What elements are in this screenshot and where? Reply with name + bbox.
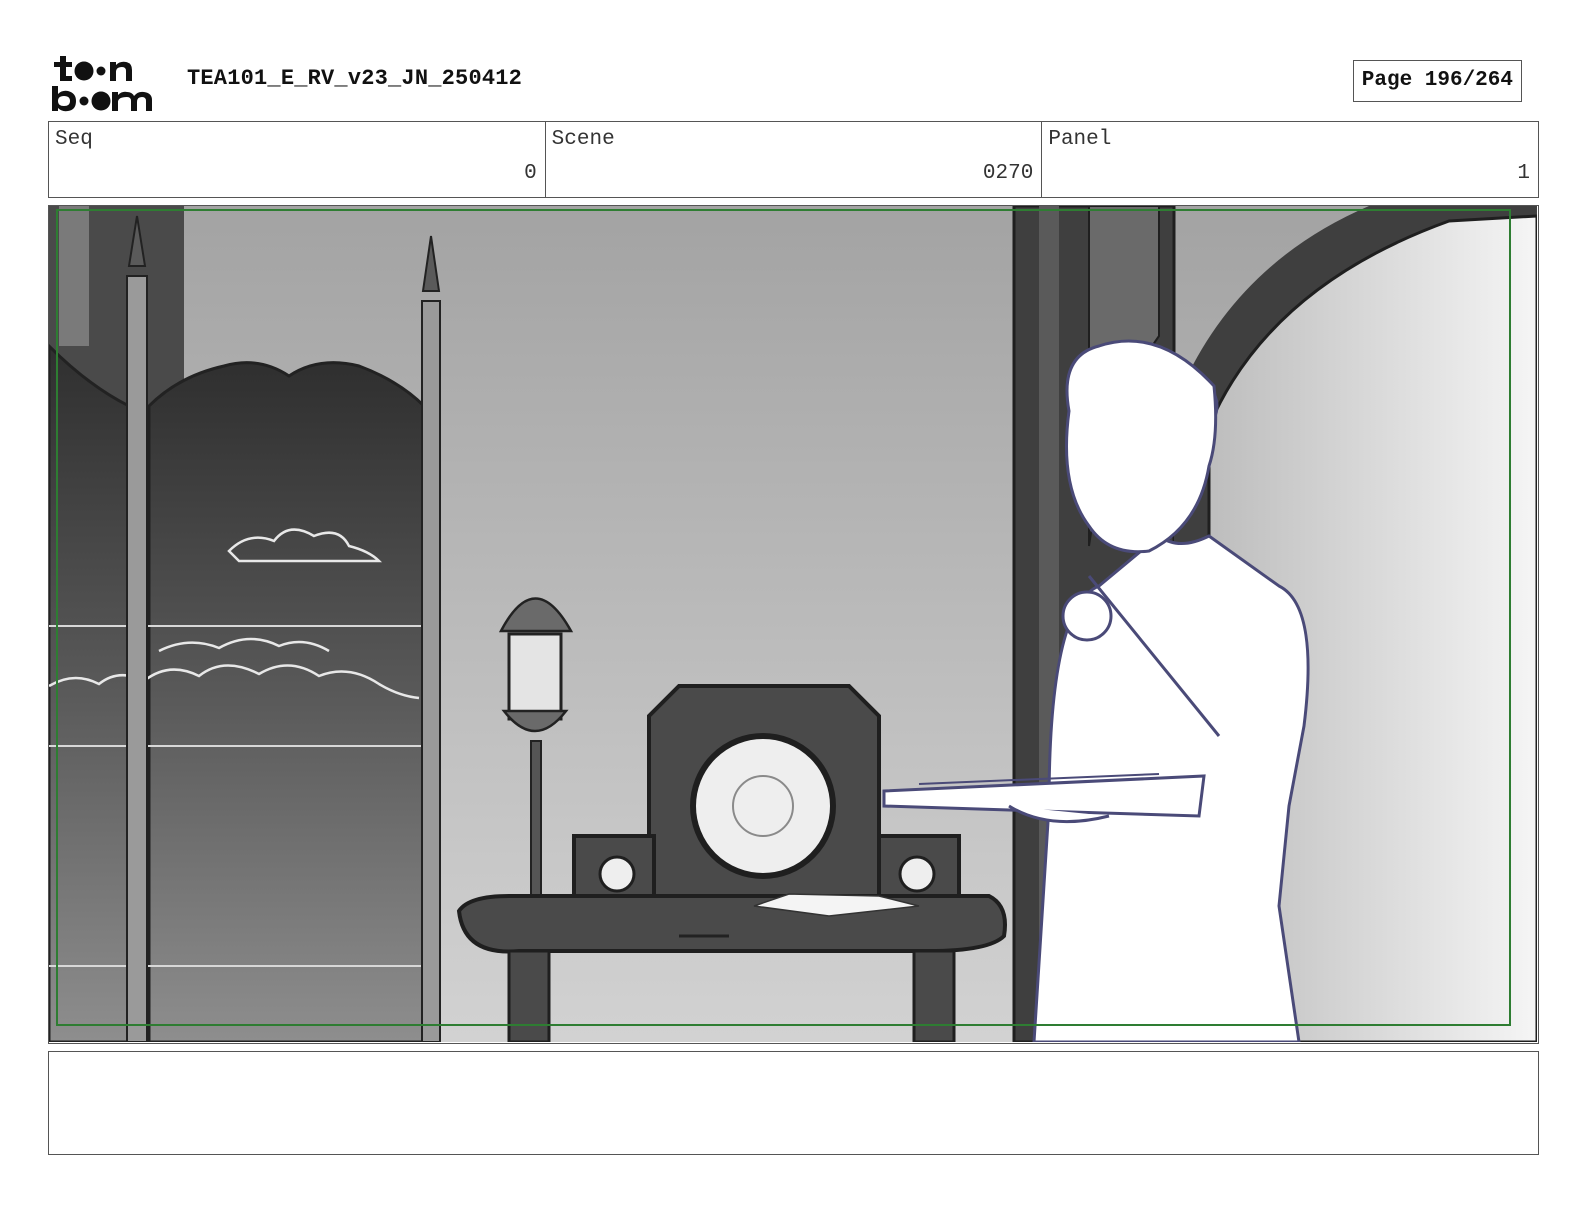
document-title: TEA101_E_RV_v23_JN_250412 (187, 66, 523, 91)
scene-label: Scene (551, 128, 615, 151)
panel-cell: Panel 1 (1042, 122, 1538, 197)
seq-cell: Seq 0 (49, 122, 546, 197)
toonboom-logo (50, 50, 168, 114)
scene-value: 0270 (982, 162, 1034, 185)
scene-cell: Scene 0270 (546, 122, 1043, 197)
panel-info-row: Seq 0 Scene 0270 Panel 1 (48, 121, 1539, 198)
storyboard-panel (48, 205, 1539, 1044)
panel-notes-box (48, 1051, 1539, 1155)
page-number: Page 196/264 (1352, 60, 1522, 102)
panel-label: Panel (1048, 128, 1112, 151)
storyboard-panel-illustration (49, 206, 1537, 1042)
seq-label: Seq (55, 128, 93, 151)
panel-value: 1 (1517, 162, 1531, 185)
seq-value: 0 (524, 162, 537, 185)
